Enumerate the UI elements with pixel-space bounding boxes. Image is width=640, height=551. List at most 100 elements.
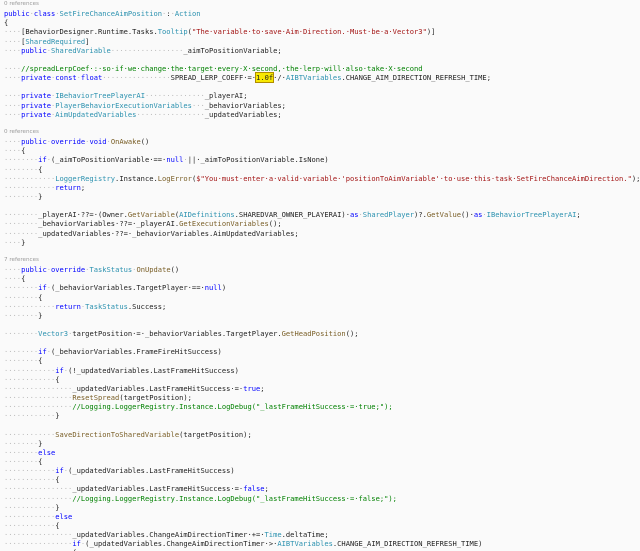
code-line[interactable]: ····private·PlayerBehaviorExecutionVaria…: [0, 101, 640, 110]
code-token: PlayerBehaviorExecutionVariables: [55, 100, 192, 110]
code-line[interactable]: ············if·(!_updatedVariables.LastF…: [0, 366, 640, 375]
code-line[interactable]: ········_updatedVariables·??=·_behaviorV…: [0, 229, 640, 238]
code-line[interactable]: ········{: [0, 165, 640, 174]
code-token: as: [349, 210, 359, 220]
code-token: ············: [4, 374, 56, 384]
code-token: ····: [4, 274, 22, 284]
code-token: ····: [4, 91, 22, 101]
code-token: _playerAI·??=·(Owner.: [38, 210, 128, 220]
code-line[interactable]: [0, 119, 640, 128]
code-line[interactable]: ········}: [0, 311, 640, 320]
codelens-references[interactable]: 0 references: [0, 0, 640, 9]
code-line[interactable]: [0, 82, 640, 91]
code-line[interactable]: ················ResetSpread(targetPositi…: [0, 393, 640, 402]
code-line[interactable]: {: [0, 18, 640, 27]
code-line[interactable]: ········if·(_behaviorVariables.TargetPla…: [0, 283, 640, 292]
code-token: else: [55, 511, 73, 521]
code-line[interactable]: ············return;: [0, 183, 640, 192]
code-line[interactable]: public·class·SetFireChanceAimPosition·:·…: [0, 9, 640, 18]
code-line[interactable]: ········Vector3·targetPosition·=·_behavi…: [0, 329, 640, 338]
codelens-references[interactable]: 7 references: [0, 256, 640, 265]
code-line[interactable]: ····private·AimUpdatedVariables·········…: [0, 110, 640, 119]
code-token: _behaviorVariables·??=·_playerAI.: [38, 219, 180, 229]
code-line[interactable]: ········if·(_aimToPositionVariable·==·nu…: [0, 155, 640, 164]
code-line[interactable]: ········_playerAI·??=·(Owner.GetVariable…: [0, 210, 640, 219]
code-line[interactable]: ············}: [0, 503, 640, 512]
code-line[interactable]: ········{: [0, 457, 640, 466]
code-line[interactable]: ········if·(_behaviorVariables.FrameFire…: [0, 347, 640, 356]
code-token: _updatedVariables·??=·_behaviorVariables…: [38, 228, 299, 238]
code-token: private: [21, 109, 51, 119]
code-token: }: [55, 411, 60, 421]
code-line[interactable]: ············return·TaskStatus.Success;: [0, 302, 640, 311]
code-line[interactable]: ····}: [0, 238, 640, 247]
code-line[interactable]: ················if·(_updatedVariables.Ch…: [0, 539, 640, 548]
code-line[interactable]: [0, 420, 640, 429]
code-token: const: [55, 73, 77, 83]
code-token: AIBTVariables: [285, 73, 342, 83]
code-line[interactable]: ········{: [0, 356, 640, 365]
code-token: (): [140, 137, 150, 147]
code-token: ··············: [144, 91, 205, 101]
code-line[interactable]: ····//spreadLerpCoef·:·so·if·we·change·t…: [0, 64, 640, 73]
code-token: _aimToPositionVariable;: [183, 45, 282, 55]
code-token: ········: [4, 310, 39, 320]
code-token: targetPosition·=·_behaviorVariables.Targ…: [72, 329, 282, 339]
code-line[interactable]: ················//Logging.LoggerRegistry…: [0, 494, 640, 503]
code-editor[interactable]: 0 references public·class·SetFireChanceAi…: [0, 0, 640, 551]
code-line[interactable]: ····[SharedRequired]: [0, 37, 640, 46]
code-token: {: [4, 18, 9, 28]
code-line[interactable]: ····private·const·float················S…: [0, 72, 640, 84]
code-token: null: [166, 155, 184, 165]
code-token: OnAwake: [110, 137, 141, 147]
code-line[interactable]: [0, 247, 640, 256]
code-line[interactable]: ····public·override·TaskStatus·OnUpdate(…: [0, 265, 640, 274]
code-line[interactable]: ············LoggerRegistry.Instance.LogE…: [0, 174, 640, 183]
code-line[interactable]: ············{: [0, 521, 640, 530]
code-line[interactable]: [0, 55, 640, 64]
code-line[interactable]: ············}: [0, 411, 640, 420]
code-token: override: [51, 265, 86, 275]
code-token: .deltaTime;: [281, 530, 329, 540]
code-token: (targetPosition);: [179, 429, 252, 439]
code-line[interactable]: ········_behaviorVariables·??=·_playerAI…: [0, 219, 640, 228]
code-line[interactable]: ············else: [0, 512, 640, 521]
code-token: )]: [426, 27, 436, 37]
code-line[interactable]: ········else: [0, 448, 640, 457]
code-line[interactable]: ····{: [0, 274, 640, 283]
code-line[interactable]: ········}: [0, 439, 640, 448]
code-token: ········: [4, 283, 39, 293]
code-line[interactable]: ············{: [0, 475, 640, 484]
code-line[interactable]: ········}: [0, 192, 640, 201]
code-token: _updatedVariables;: [204, 109, 282, 119]
code-token: private: [21, 100, 51, 110]
code-line[interactable]: ················_updatedVariables.Change…: [0, 530, 640, 539]
code-line[interactable]: ············if·(_updatedVariables.LastFr…: [0, 466, 640, 475]
code-line[interactable]: [0, 201, 640, 210]
code-token: {: [21, 146, 26, 156]
code-line[interactable]: ················//Logging.LoggerRegistry…: [0, 402, 640, 411]
code-token: public: [21, 265, 47, 275]
code-line[interactable]: ········{: [0, 293, 640, 302]
code-token: .CHANGE_AIM_DIRECTION_REFRESH_TIME): [332, 539, 483, 549]
code-token: else: [38, 447, 56, 457]
code-line[interactable]: ····private·IBehaviorTreePlayerAI·······…: [0, 91, 640, 100]
code-token: ········: [4, 438, 39, 448]
codelens-references[interactable]: 0 references: [0, 128, 640, 137]
code-line[interactable]: ············SaveDirectionToSharedVariabl…: [0, 430, 640, 439]
code-token: ·/·: [273, 73, 286, 83]
code-line[interactable]: ····public·override·void·OnAwake(): [0, 137, 640, 146]
code-line[interactable]: ················_updatedVariables.LastFr…: [0, 384, 640, 393]
code-token: ····: [4, 63, 22, 73]
code-token: (_aimToPositionVariable·==·: [51, 155, 167, 165]
code-token: if: [55, 466, 64, 476]
code-line[interactable]: ····{: [0, 146, 640, 155]
code-line[interactable]: ············{: [0, 375, 640, 384]
code-line[interactable]: ····public·SharedVariable···············…: [0, 46, 640, 55]
code-line[interactable]: [0, 338, 640, 347]
code-line[interactable]: ················_updatedVariables.LastFr…: [0, 484, 640, 493]
code-token: ····: [4, 109, 22, 119]
code-line[interactable]: [0, 320, 640, 329]
code-token: {: [38, 457, 43, 467]
code-line[interactable]: ····[BehaviorDesigner.Runtime.Tasks.Tool…: [0, 27, 640, 36]
